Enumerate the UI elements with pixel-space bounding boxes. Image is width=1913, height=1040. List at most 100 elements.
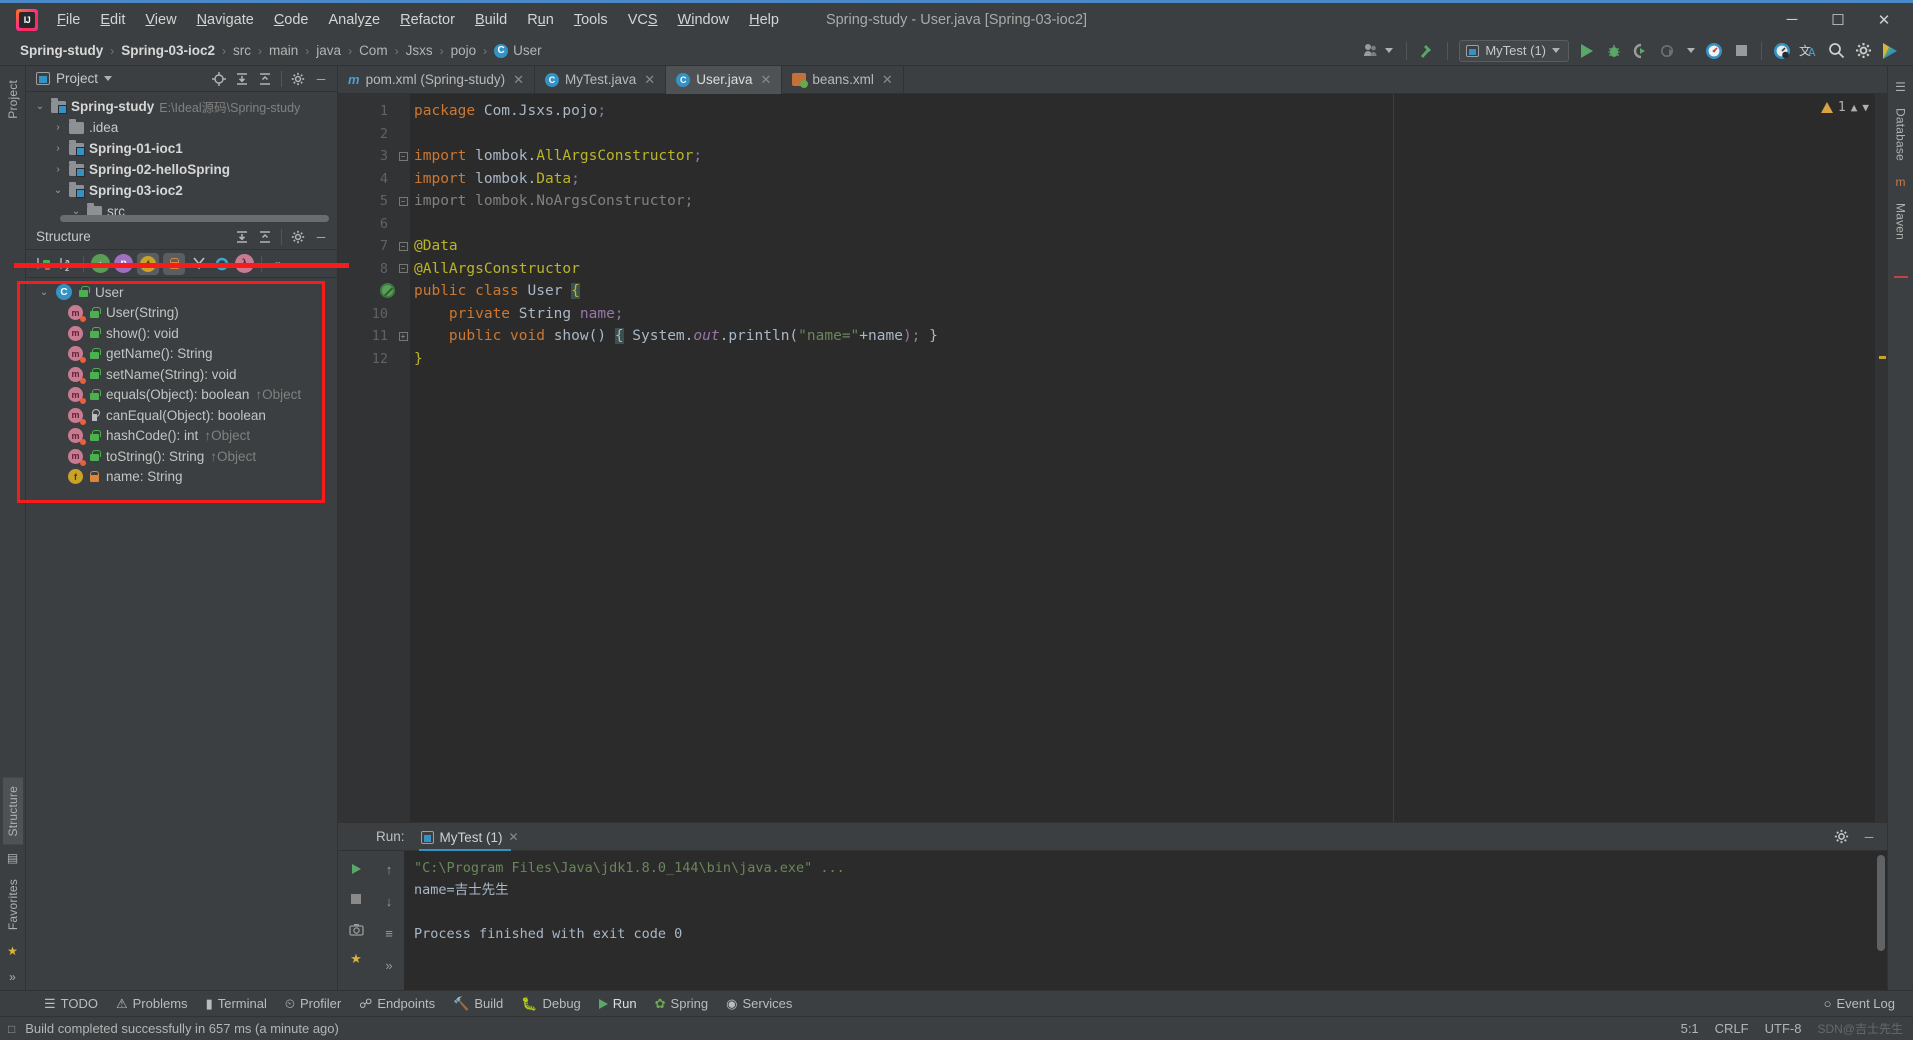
breadcrumb-item-2[interactable]: src (229, 41, 255, 60)
fold-marker-imports-end[interactable]: − (396, 190, 410, 213)
more-filters-icon[interactable]: » (269, 254, 288, 273)
menu-item-refactor[interactable]: Refactor (391, 8, 464, 32)
run-button[interactable] (1574, 38, 1600, 64)
sidebar-item-project[interactable]: Project (3, 72, 23, 127)
sidebar-item-favorites[interactable]: Favorites (3, 871, 23, 938)
breadcrumb-item-0[interactable]: Spring-study (16, 41, 107, 60)
tool-tab-spring[interactable]: ✿ Spring (647, 993, 716, 1015)
breadcrumb-item-4[interactable]: java (312, 41, 345, 60)
tree-row[interactable]: ⌄ Spring-study E:\Ideal源码\Spring-study (26, 96, 337, 117)
settings-gear-icon[interactable] (1850, 38, 1876, 64)
chevron-down-icon[interactable]: ⌄ (38, 287, 50, 298)
chevron-right-icon[interactable]: › (52, 143, 64, 154)
line-separator[interactable]: CRLF (1715, 1021, 1749, 1036)
tool-tab-event-log[interactable]: ○ Event Log (1816, 993, 1903, 1014)
tool-tab-run[interactable]: Run (591, 993, 645, 1014)
menu-item-window[interactable]: Window (669, 8, 739, 32)
stop-button[interactable] (346, 889, 366, 909)
menu-item-run[interactable]: Run (518, 8, 563, 32)
tool-tab-debug[interactable]: 🐛 Debug (513, 993, 589, 1015)
run-console-output[interactable]: "C:\Program Files\Java\jdk1.8.0_144\bin\… (404, 851, 1887, 990)
menu-item-navigate[interactable]: Navigate (188, 8, 263, 32)
editor-tab-mytest-java[interactable]: C MyTest.java ✕ (535, 66, 667, 93)
search-everywhere-icon[interactable] (1823, 38, 1849, 64)
stop-button[interactable] (1728, 38, 1754, 64)
lambda-icon[interactable]: λ (235, 254, 254, 273)
caret-position[interactable]: 5:1 (1681, 1021, 1699, 1036)
expand-all-icon[interactable] (232, 227, 252, 247)
structure-row-getname[interactable]: m getName(): String (26, 344, 337, 365)
tool-tab-build[interactable]: 🔨 Build (445, 993, 511, 1015)
editor-tab-pom-xml[interactable]: m pom.xml (Spring-study) ✕ (338, 66, 536, 93)
menu-item-file[interactable]: File (48, 8, 89, 32)
structure-row-canequal[interactable]: m canEqual(Object): boolean (26, 405, 337, 426)
menu-item-edit[interactable]: Edit (91, 8, 134, 32)
chevron-down-icon[interactable] (104, 76, 113, 81)
run-configuration-selector[interactable]: MyTest (1) (1459, 39, 1569, 62)
code-editor[interactable]: 1 2 3 4 5 6 7 8 9 10 11 12 − (338, 94, 1887, 822)
menu-item-analyze[interactable]: Analyze (320, 8, 390, 32)
locate-icon[interactable] (209, 69, 229, 89)
fold-marker-method[interactable]: + (396, 325, 410, 348)
update-application-icon[interactable] (1701, 38, 1727, 64)
close-button[interactable]: ✕ (1861, 3, 1907, 36)
maximize-button[interactable]: ☐ (1815, 3, 1861, 36)
fold-marker-annotation2[interactable]: − (396, 258, 410, 281)
close-icon[interactable]: ✕ (644, 72, 655, 88)
structure-row-show[interactable]: m show(): void (26, 323, 337, 344)
scroll-up-icon[interactable]: ↑ (379, 859, 399, 879)
rerun-button[interactable] (346, 859, 366, 879)
profiler-caret-icon[interactable] (1687, 48, 1695, 53)
sidebar-item-structure[interactable]: Structure (2, 778, 23, 845)
show-anonymous-icon[interactable] (212, 254, 231, 273)
structure-row-equals[interactable]: m equals(Object): boolean ↑Object (26, 385, 337, 406)
collapse-all-icon[interactable] (255, 69, 275, 89)
close-icon[interactable]: ✕ (509, 830, 519, 844)
tool-tab-services[interactable]: ◉ Services (718, 993, 800, 1015)
user-account-icon[interactable] (1358, 38, 1384, 64)
editor-tab-beans-xml[interactable]: beans.xml ✕ (782, 66, 904, 93)
menu-item-view[interactable]: View (136, 8, 185, 32)
project-tree-horizontal-scrollbar[interactable] (60, 215, 329, 222)
structure-row-name-field[interactable]: f name: String (26, 467, 337, 488)
minimize-button[interactable]: ─ (1769, 3, 1815, 36)
structure-row-setname[interactable]: m setName(String): void (26, 364, 337, 385)
sort-by-visibility-icon[interactable] (34, 254, 53, 273)
breadcrumb-item-6[interactable]: Jsxs (402, 41, 437, 60)
menu-item-code[interactable]: Code (265, 8, 318, 32)
console-scrollbar[interactable] (1877, 855, 1885, 951)
sidebar-item-maven[interactable]: Maven (1891, 195, 1911, 248)
settings-gear-icon[interactable] (288, 227, 308, 247)
fold-marker-imports[interactable]: − (396, 145, 410, 168)
group-icon[interactable] (189, 254, 208, 273)
show-fields-icon[interactable]: f (137, 252, 159, 275)
tree-row[interactable]: › .idea (26, 117, 337, 138)
more-tool-windows-icon[interactable]: » (9, 970, 16, 984)
chevron-right-icon[interactable]: › (52, 164, 64, 175)
tree-row[interactable]: ⌄ Spring-03-ioc2 (26, 180, 337, 201)
chevron-down-icon[interactable]: ⌄ (34, 101, 46, 112)
soft-wrap-icon[interactable]: ≡ (379, 923, 399, 943)
structure-row-user-class[interactable]: ⌄ C User (26, 282, 337, 303)
sidebar-item-database[interactable]: Database (1891, 100, 1911, 169)
translate-icon[interactable]: 文A (1796, 38, 1822, 64)
inspection-widget[interactable]: 1 ▲ ▼ (1820, 100, 1869, 115)
more-actions-icon[interactable]: » (379, 955, 399, 975)
menu-item-tools[interactable]: Tools (565, 8, 617, 32)
tree-row[interactable]: › Spring-01-ioc1 (26, 138, 337, 159)
tool-tab-todo[interactable]: ☰ TODO (36, 993, 106, 1015)
collapse-all-icon[interactable] (255, 227, 275, 247)
run-with-coverage-button[interactable] (1628, 38, 1654, 64)
show-inherited-icon[interactable]: ↑ (91, 254, 110, 273)
breadcrumb-item-5[interactable]: Com (355, 41, 392, 60)
breadcrumb-item-3[interactable]: main (265, 41, 302, 60)
ide-feature-icon[interactable] (1877, 38, 1903, 64)
file-encoding[interactable]: UTF-8 (1765, 1021, 1802, 1036)
menu-item-vcs[interactable]: VCS (619, 8, 667, 32)
debug-button[interactable] (1601, 38, 1627, 64)
account-caret-icon[interactable] (1385, 48, 1394, 53)
editor-tab-user-java[interactable]: C User.java ✕ (666, 66, 783, 94)
sort-alphabetically-icon[interactable]: az (57, 254, 76, 273)
fold-marker-annotation[interactable]: − (396, 235, 410, 258)
structure-row-tostring[interactable]: m toString(): String ↑Object (26, 446, 337, 467)
